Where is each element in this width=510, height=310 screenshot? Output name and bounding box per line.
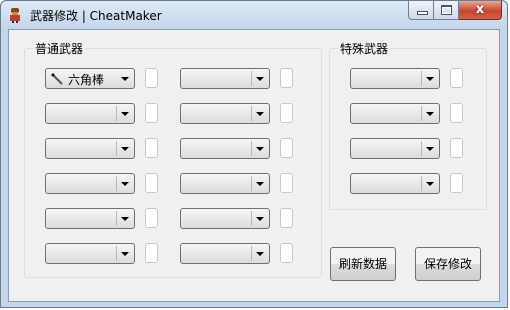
caption-buttons: x (408, 1, 502, 21)
minimize-button[interactable] (408, 1, 434, 20)
normal-weapon-combo-1-value: 六角棒 (68, 73, 105, 87)
normal-weapon-check-12[interactable] (280, 243, 293, 263)
app-window: 武器修改 | CheatMaker x 普通武器 六角棒 特殊武器 刷新数据 保… (0, 0, 508, 308)
special-weapons-title: 特殊武器 (338, 40, 391, 57)
combo-separator (251, 106, 252, 121)
normal-weapon-check-7[interactable] (145, 173, 158, 193)
chevron-down-icon (256, 147, 264, 151)
chevron-down-icon (256, 217, 264, 221)
chevron-down-icon (256, 182, 264, 186)
app-icon (10, 8, 20, 23)
close-icon: x (475, 2, 485, 17)
chevron-down-icon (426, 112, 434, 116)
staff-icon (50, 72, 63, 85)
special-weapon-check-3[interactable] (450, 138, 463, 158)
special-weapon-check-1[interactable] (450, 68, 463, 88)
chevron-down-icon (121, 112, 129, 116)
save-button[interactable]: 保存修改 (415, 247, 481, 281)
normal-weapon-check-8[interactable] (280, 173, 293, 193)
combo-separator (116, 106, 117, 121)
normal-weapon-check-1[interactable] (145, 68, 158, 88)
normal-weapon-combo-11[interactable] (45, 243, 135, 264)
combo-separator (421, 71, 422, 86)
normal-weapon-check-4[interactable] (280, 103, 293, 123)
chevron-down-icon (121, 217, 129, 221)
maximize-button[interactable] (434, 1, 459, 20)
chevron-down-icon (121, 77, 129, 81)
normal-weapon-combo-5[interactable] (45, 138, 135, 159)
combo-separator (421, 141, 422, 156)
normal-weapon-combo-12[interactable] (180, 243, 270, 264)
chevron-down-icon (121, 147, 129, 151)
normal-weapon-combo-3[interactable] (45, 103, 135, 124)
normal-weapons-group: 普通武器 六角棒 (24, 40, 322, 278)
combo-separator (251, 141, 252, 156)
normal-weapon-check-2[interactable] (280, 68, 293, 88)
normal-weapon-check-10[interactable] (280, 208, 293, 228)
title-bar[interactable]: 武器修改 | CheatMaker x (1, 1, 507, 29)
chevron-down-icon (256, 112, 264, 116)
combo-separator (251, 71, 252, 86)
special-weapon-combo-2[interactable] (350, 103, 440, 124)
chevron-down-icon (256, 77, 264, 81)
special-weapons-group: 特殊武器 (329, 40, 487, 210)
combo-separator (116, 211, 117, 226)
combo-separator (116, 141, 117, 156)
combo-separator (116, 176, 117, 191)
combo-separator (251, 211, 252, 226)
normal-weapon-check-6[interactable] (280, 138, 293, 158)
special-weapon-combo-1[interactable] (350, 68, 440, 89)
client-area: 普通武器 六角棒 特殊武器 刷新数据 保存修改 (8, 29, 500, 302)
special-weapon-combo-4[interactable] (350, 173, 440, 194)
special-weapon-combo-3[interactable] (350, 138, 440, 159)
combo-separator (116, 246, 117, 261)
combo-separator (251, 176, 252, 191)
normal-weapon-combo-10[interactable] (180, 208, 270, 229)
normal-weapon-combo-4[interactable] (180, 103, 270, 124)
combo-separator (251, 246, 252, 261)
special-weapon-check-4[interactable] (450, 173, 463, 193)
normal-weapon-combo-7[interactable] (45, 173, 135, 194)
combo-separator (421, 176, 422, 191)
close-button[interactable]: x (459, 1, 502, 20)
normal-weapon-combo-2[interactable] (180, 68, 270, 89)
normal-weapon-combo-8[interactable] (180, 173, 270, 194)
chevron-down-icon (256, 252, 264, 256)
normal-weapon-check-9[interactable] (145, 208, 158, 228)
normal-weapon-combo-6[interactable] (180, 138, 270, 159)
refresh-button[interactable]: 刷新数据 (330, 247, 396, 281)
chevron-down-icon (121, 252, 129, 256)
normal-weapon-combo-9[interactable] (45, 208, 135, 229)
normal-weapon-check-11[interactable] (145, 243, 158, 263)
normal-weapon-check-3[interactable] (145, 103, 158, 123)
special-weapon-check-2[interactable] (450, 103, 463, 123)
chevron-down-icon (426, 77, 434, 81)
chevron-down-icon (426, 182, 434, 186)
combo-separator (421, 106, 422, 121)
chevron-down-icon (426, 147, 434, 151)
chevron-down-icon (121, 182, 129, 186)
window-title: 武器修改 | CheatMaker (30, 9, 162, 23)
normal-weapons-title: 普通武器 (33, 40, 86, 57)
normal-weapon-check-5[interactable] (145, 138, 158, 158)
normal-weapon-combo-1[interactable]: 六角棒 (45, 68, 135, 89)
